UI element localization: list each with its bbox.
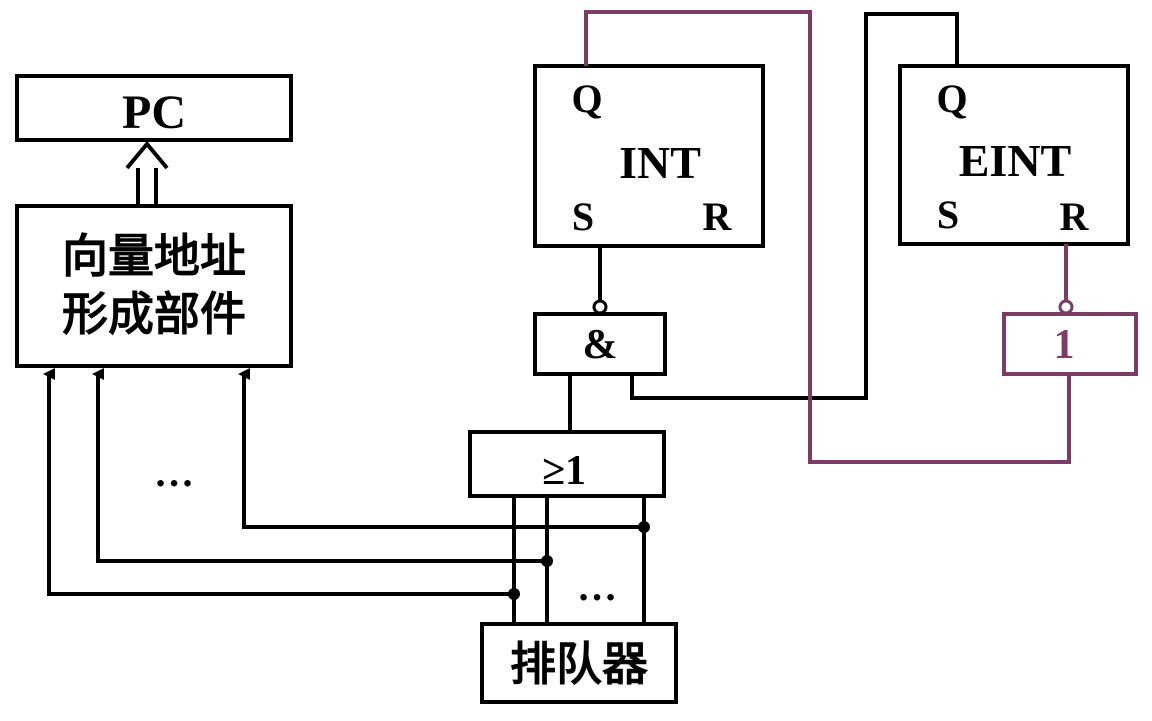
eint-q-label: Q <box>936 76 967 121</box>
vector-to-pc-arrow <box>125 140 169 206</box>
not-inverter-bubble <box>1058 299 1074 315</box>
int-name-label: INT <box>619 137 701 188</box>
inverter-bubble <box>592 299 608 315</box>
eint-name-label: EINT <box>959 135 1071 186</box>
ellipsis-bottom: … <box>577 564 617 609</box>
ellipsis-left: … <box>154 450 194 495</box>
queuer-label: 排队器 <box>510 639 649 690</box>
and-gate-label: & <box>583 322 618 368</box>
eint-r-label: R <box>1060 194 1090 239</box>
vector-address-unit <box>15 204 293 368</box>
int-r-label: R <box>703 194 733 239</box>
junction-dot <box>508 588 520 600</box>
junction-dot <box>638 521 650 533</box>
eint-s-label: S <box>937 192 959 237</box>
interrupt-circuit-diagram: PC 向量地址 形成部件 … … 排队器 ≥1 & Q INT S R Q EI… <box>0 0 1152 716</box>
junction-dot <box>541 555 553 567</box>
or-gate-label: ≥1 <box>542 448 586 494</box>
int-s-label: S <box>572 194 594 239</box>
vector-address-label-line2: 形成部件 <box>62 289 246 340</box>
pc-label: PC <box>122 86 186 139</box>
not-gate-label: 1 <box>1054 322 1075 368</box>
int-q-label: Q <box>571 76 602 121</box>
vector-address-label-line1: 向量地址 <box>62 231 246 282</box>
